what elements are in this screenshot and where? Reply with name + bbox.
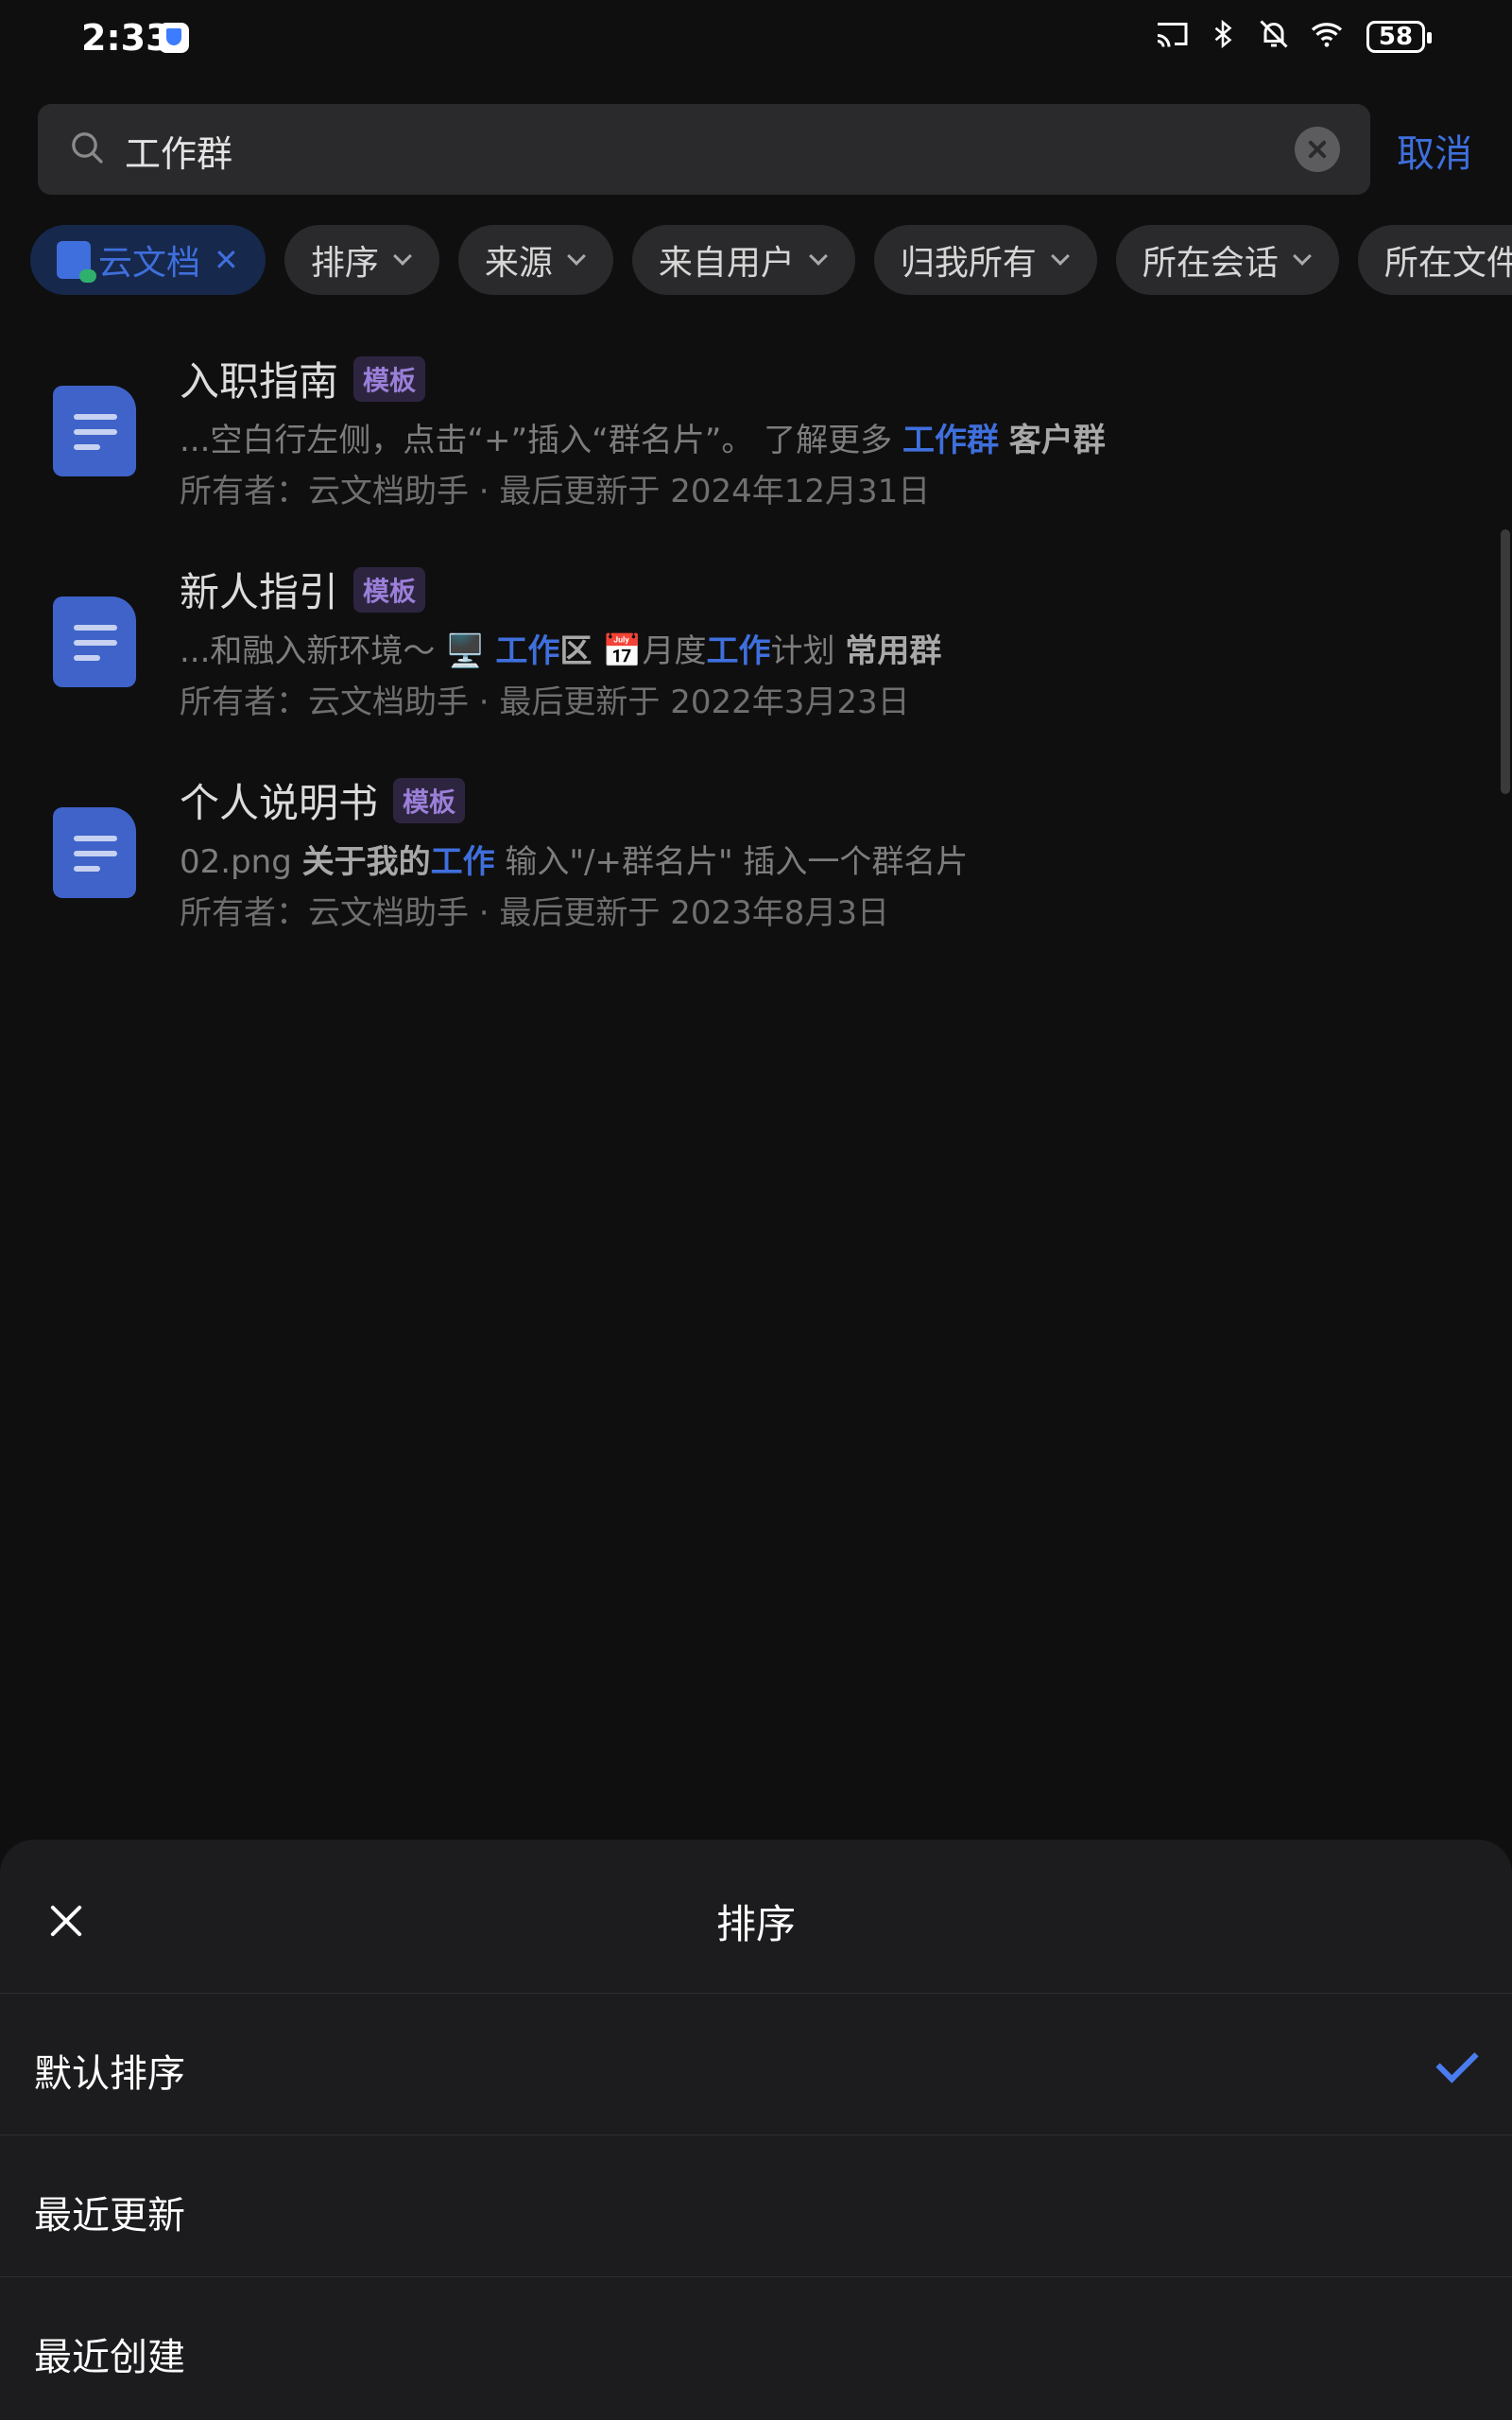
- highlight-text: 工作: [430, 843, 495, 881]
- document-icon: [53, 596, 136, 687]
- filter-chip-label: 排序: [310, 244, 379, 283]
- snippet-text: 关于我的: [301, 843, 431, 881]
- result-snippet: ...空白行左侧，点击“+”插入“群名片”。 了解更多 工作群 客户群: [180, 414, 1106, 460]
- results-list: 入职指南 模板 ...空白行左侧，点击“+”插入“群名片”。 了解更多 工作群 …: [0, 340, 1512, 973]
- filter-chip-from-user[interactable]: 来自用户: [631, 225, 855, 295]
- sheet-title: 排序: [715, 1901, 796, 1947]
- sort-option-label: 最近创建: [34, 2336, 185, 2379]
- snippet-text: 客户群: [1008, 422, 1106, 459]
- chevron-down-icon: [392, 247, 412, 266]
- chevron-down-icon: [1050, 247, 1070, 266]
- search-bar[interactable]: 工作群: [38, 104, 1370, 195]
- status-icons: [1155, 17, 1343, 51]
- filter-chip-in-folder[interactable]: 所在文件夹: [1357, 225, 1512, 295]
- template-badge: 模板: [353, 355, 426, 402]
- sort-option-label: 最近更新: [34, 2194, 185, 2238]
- chevron-down-icon: [1293, 247, 1312, 266]
- filter-chip-in-chat[interactable]: 所在会话: [1115, 225, 1339, 295]
- result-meta: 所有者：云文档助手 · 最后更新于 2024年12月31日: [180, 473, 931, 510]
- scrollbar[interactable]: [1501, 529, 1510, 794]
- highlight-text: 工作群: [902, 422, 999, 459]
- bell-muted-icon: [1257, 17, 1291, 51]
- filter-chip-owned-by-me[interactable]: 归我所有: [873, 225, 1097, 295]
- snippet-text: 计划: [770, 632, 846, 670]
- filter-chip-label: 归我所有: [900, 244, 1037, 283]
- sort-option-recently-created[interactable]: 最近创建: [0, 2276, 1512, 2418]
- bluetooth-icon: [1206, 17, 1240, 51]
- snippet-text: ...空白行左侧，点击“+”插入“群名片”。 了解更多: [180, 422, 902, 459]
- document-icon: [53, 386, 136, 476]
- cast-icon: [1155, 17, 1189, 51]
- chevron-down-icon: [808, 247, 828, 266]
- wifi-icon: [1308, 17, 1343, 51]
- snippet-text: 区: [559, 632, 593, 670]
- snippet-text: 02.png: [180, 843, 302, 881]
- sort-option-recently-updated[interactable]: 最近更新: [0, 2135, 1512, 2276]
- snippet-text: 常用群: [845, 632, 942, 670]
- check-icon: [1435, 2040, 1479, 2083]
- chevron-down-icon: [566, 247, 586, 266]
- sort-sheet: 排序 默认排序 最近更新 最近创建: [0, 1840, 1512, 2420]
- sort-option-default[interactable]: 默认排序: [0, 1993, 1512, 2135]
- cancel-button[interactable]: 取消: [1397, 123, 1472, 178]
- result-title-row: 新人指引 模板: [180, 561, 426, 618]
- result-title: 个人说明书: [180, 780, 379, 826]
- clear-search-icon[interactable]: [1295, 127, 1340, 172]
- search-input[interactable]: 工作群: [125, 125, 232, 177]
- filter-chip-source[interactable]: 来源: [457, 225, 613, 295]
- sort-option-label: 默认排序: [34, 2052, 185, 2096]
- cloud-doc-icon: [57, 241, 96, 283]
- snippet-text: ...和融入新环境～ 🖥️: [180, 632, 496, 670]
- filter-chip-cloud-docs[interactable]: 云文档 ✕: [30, 225, 266, 295]
- search-icon: [68, 129, 106, 166]
- status-bar: 2:33 58: [0, 0, 1512, 76]
- filter-chip-label: 来自用户: [658, 244, 795, 283]
- list-item[interactable]: 入职指南 模板 ...空白行左侧，点击“+”插入“群名片”。 了解更多 工作群 …: [0, 340, 1512, 551]
- result-meta: 所有者：云文档助手 · 最后更新于 2023年8月3日: [180, 894, 890, 932]
- result-snippet: ...和融入新环境～ 🖥️ 工作区 📅月度工作计划 常用群: [180, 625, 941, 671]
- highlight-text: 工作: [706, 632, 771, 670]
- template-badge: 模板: [353, 566, 426, 613]
- result-title: 入职指南: [180, 358, 339, 405]
- filter-chip-label: 云文档: [98, 244, 201, 283]
- result-title: 新人指引: [180, 569, 339, 615]
- filter-bar: 云文档 ✕ 排序 来源 来自用户 归我所有 所在会话 所在文件夹: [30, 225, 1512, 295]
- result-meta: 所有者：云文档助手 · 最后更新于 2022年3月23日: [180, 683, 910, 721]
- snippet-text: 输入"/+群名片" 插入一个群名片: [494, 843, 969, 881]
- status-time: 2:33: [81, 17, 171, 59]
- filter-chip-label: 所在文件夹: [1383, 244, 1512, 283]
- filter-chip-label: 来源: [484, 244, 553, 283]
- result-title-row: 个人说明书 模板: [180, 771, 466, 829]
- shield-icon: [159, 23, 189, 53]
- snippet-text: [999, 422, 1009, 459]
- remove-filter-icon[interactable]: ✕: [214, 242, 239, 278]
- filter-chip-label: 所在会话: [1142, 244, 1279, 283]
- result-title-row: 入职指南 模板: [180, 350, 426, 407]
- list-item[interactable]: 个人说明书 模板 02.png 关于我的工作 输入"/+群名片" 插入一个群名片…: [0, 762, 1512, 973]
- document-icon: [53, 807, 136, 898]
- result-snippet: 02.png 关于我的工作 输入"/+群名片" 插入一个群名片: [180, 836, 968, 882]
- highlight-text: 工作: [495, 632, 560, 670]
- template-badge: 模板: [393, 777, 466, 823]
- snippet-text: 📅月度: [592, 632, 707, 670]
- list-item[interactable]: 新人指引 模板 ...和融入新环境～ 🖥️ 工作区 📅月度工作计划 常用群 所有…: [0, 551, 1512, 762]
- filter-chip-sort[interactable]: 排序: [284, 225, 439, 295]
- battery-indicator: 58: [1366, 21, 1432, 53]
